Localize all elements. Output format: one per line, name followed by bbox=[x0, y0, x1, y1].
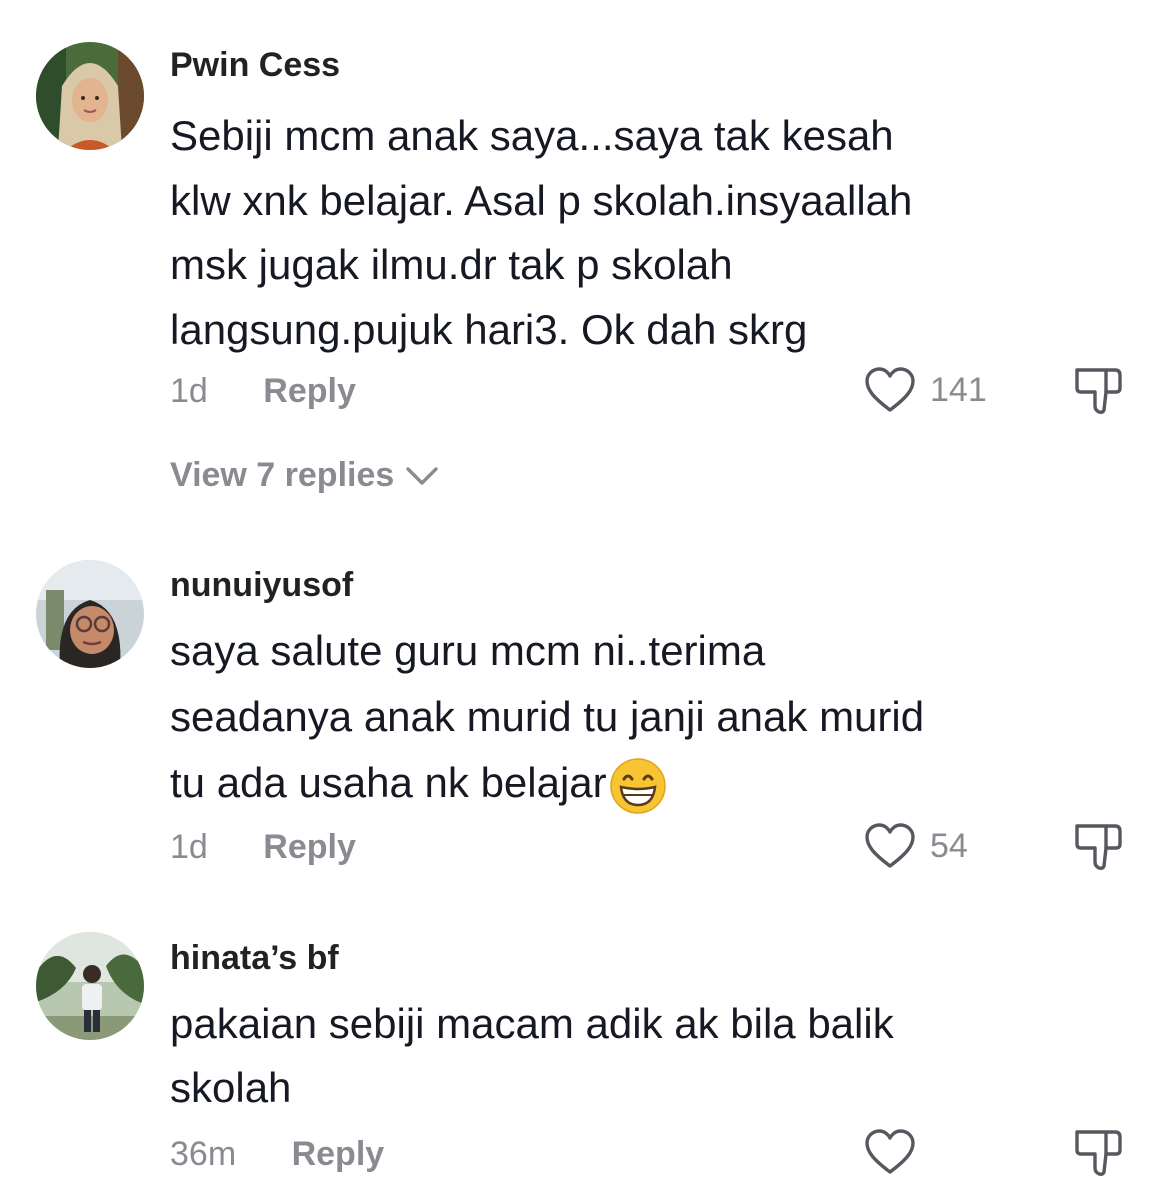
comment-text-line: skolah bbox=[170, 1064, 292, 1111]
avatar[interactable] bbox=[36, 42, 144, 150]
reply-button[interactable]: Reply bbox=[292, 1135, 385, 1173]
comment-timestamp: 1d bbox=[170, 372, 208, 410]
comment-text-line: langsung.pujuk hari3. Ok dah skrg bbox=[170, 305, 808, 353]
view-replies-label: View 7 replies bbox=[170, 456, 395, 494]
comment-text: Sebiji mcm anak saya...saya tak kesah kl… bbox=[170, 104, 1030, 362]
like-count: 54 bbox=[930, 826, 968, 865]
comment-text-line: pakaian sebiji macam adik ak bila balik bbox=[170, 1000, 894, 1047]
avatar[interactable] bbox=[36, 560, 144, 668]
like-count: 141 bbox=[930, 370, 987, 409]
dislike-button[interactable] bbox=[1072, 1128, 1124, 1183]
view-replies-button[interactable]: View 7 replies bbox=[170, 456, 440, 495]
comment-text: saya salute guru mcm ni..terima seadanya… bbox=[170, 618, 1030, 816]
heart-icon bbox=[865, 367, 915, 412]
thumbs-down-icon bbox=[1075, 824, 1122, 870]
comment-username[interactable]: hinata’s bf bbox=[170, 939, 339, 978]
reply-button[interactable]: Reply bbox=[263, 372, 356, 410]
dislike-button[interactable] bbox=[1072, 822, 1124, 877]
comment-text: pakaian sebiji macam adik ak bila balik … bbox=[170, 992, 1030, 1120]
like-button[interactable]: 141 bbox=[864, 366, 987, 414]
heart-icon bbox=[865, 1129, 915, 1174]
dislike-button[interactable] bbox=[1072, 366, 1124, 421]
comment-text-line: Sebiji mcm anak saya...saya tak kesah bbox=[170, 112, 894, 159]
thumbs-down-icon bbox=[1075, 1130, 1122, 1176]
comment-text-line: tu ada usaha nk belajar bbox=[170, 750, 1030, 816]
comment-text-line: seadanya anak murid tu janji anak murid bbox=[170, 693, 925, 740]
grinning-face-emoji-icon bbox=[609, 758, 666, 814]
comment-text-line: klw xnk belajar. Asal p skolah.insyaalla… bbox=[170, 176, 913, 224]
comment-timestamp: 1d bbox=[170, 828, 208, 866]
comment-text-line: msk jugak ilmu.dr tak p skolah bbox=[170, 241, 733, 288]
comment-meta: 1d Reply bbox=[170, 372, 356, 411]
comment-text-line: saya salute guru mcm ni..terima bbox=[170, 627, 766, 674]
comment-meta: 36m Reply bbox=[170, 1135, 384, 1174]
comment-meta: 1d Reply bbox=[170, 828, 356, 867]
comment-text-segment: tu ada usaha nk belajar bbox=[170, 759, 607, 806]
comment-username[interactable]: Pwin Cess bbox=[170, 46, 340, 85]
comment-username[interactable]: nunuiyusof bbox=[170, 566, 353, 605]
comment-timestamp: 36m bbox=[170, 1135, 237, 1173]
reply-button[interactable]: Reply bbox=[263, 828, 356, 866]
like-button[interactable] bbox=[864, 1128, 930, 1176]
heart-icon bbox=[865, 823, 915, 868]
avatar-woman-glasses-icon bbox=[36, 560, 144, 668]
thumbs-down-icon bbox=[1075, 368, 1122, 414]
avatar-man-outdoor-icon bbox=[36, 932, 144, 1040]
chevron-down-icon bbox=[406, 466, 438, 485]
like-button[interactable]: 54 bbox=[864, 822, 968, 870]
avatar[interactable] bbox=[36, 932, 144, 1040]
avatar-woman-hijab-icon bbox=[36, 42, 144, 150]
